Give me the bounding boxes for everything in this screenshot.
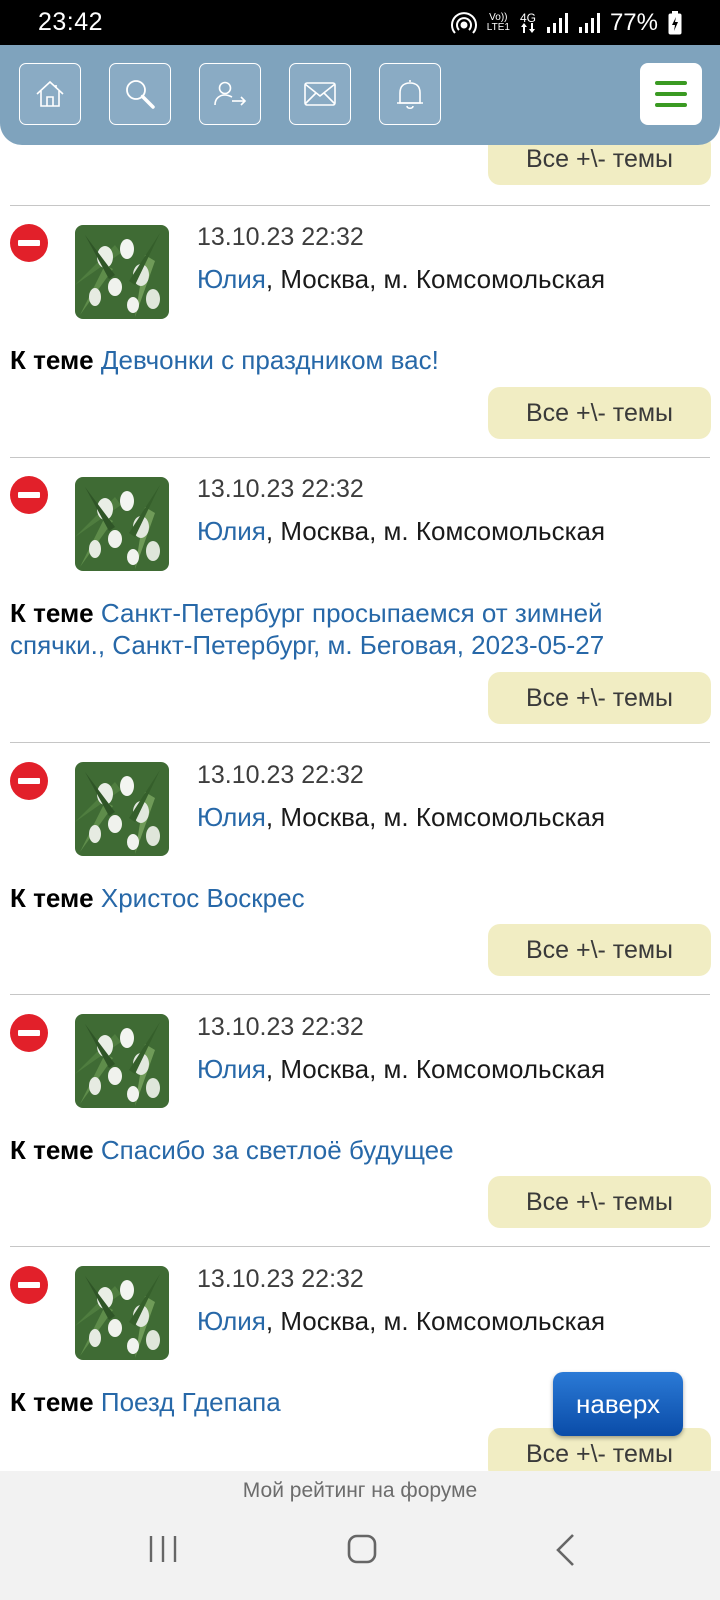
all-topics-button[interactable]: Все +\- темы	[488, 672, 711, 724]
topic-line: К теме Христос Воскрес	[10, 882, 700, 914]
topic-prefix: К теме	[10, 1387, 94, 1417]
post-author-line: Юлия, Москва, м. Комсомольская	[197, 1054, 605, 1085]
avatar[interactable]	[75, 225, 169, 319]
menu-icon-line	[655, 92, 687, 96]
author-location: , Москва, м. Комсомольская	[265, 516, 606, 546]
author-link[interactable]: Юлия	[197, 1054, 266, 1084]
status-icons: Vo)) LTE1 4G 77%	[450, 8, 682, 37]
remove-icon[interactable]	[10, 476, 48, 514]
network-label: Vo)) LTE1	[486, 11, 510, 33]
topic-prefix: К теме	[10, 1135, 94, 1165]
author-location: , Москва, м. Комсомольская	[265, 802, 606, 832]
notifications-button[interactable]	[379, 63, 441, 125]
topic-line: К теме Спасибо за светлоё будущее	[10, 1134, 700, 1166]
screen: Все +\- темы 13.10.23 22:32 Юлия, Москва…	[0, 0, 720, 1600]
network-type-label: 4G	[519, 10, 536, 25]
login-button[interactable]	[199, 63, 261, 125]
post-author-line: Юлия, Москва, м. Комсомольская	[197, 802, 605, 833]
home-circle-icon	[347, 1534, 377, 1564]
avatar[interactable]	[75, 1014, 169, 1108]
menu-button[interactable]	[640, 63, 702, 125]
mail-icon	[304, 82, 336, 106]
system-nav-bar	[0, 1511, 720, 1600]
post-author-line: Юлия, Москва, м. Комсомольская	[197, 264, 605, 295]
author-link[interactable]: Юлия	[197, 264, 266, 294]
battery-charging-icon	[668, 10, 682, 34]
battery-percent: 77%	[609, 8, 658, 36]
post-author-line: Юлия, Москва, м. Комсомольская	[197, 1306, 605, 1337]
recent-apps-icon	[149, 1536, 177, 1562]
search-button[interactable]	[109, 63, 171, 125]
author-link[interactable]: Юлия	[197, 516, 266, 546]
divider	[10, 994, 710, 995]
remove-icon[interactable]	[10, 1266, 48, 1304]
signal-icon	[546, 12, 568, 33]
lte-label: LTE1	[486, 21, 510, 33]
topic-link[interactable]: Христос Воскрес	[101, 883, 305, 913]
back-nav-button[interactable]	[554, 1533, 576, 1572]
topic-link[interactable]: Санкт-Петербург просыпаемся от зимней сп…	[10, 598, 604, 660]
data-arrows-icon	[520, 22, 535, 33]
home-nav-button[interactable]	[346, 1533, 378, 1570]
post-author-line: Юлия, Москва, м. Комсомольская	[197, 516, 605, 547]
scroll-to-top-button[interactable]: наверх	[553, 1372, 683, 1436]
status-bar: 23:42 Vo)) LTE1 4G 77%	[0, 0, 720, 45]
remove-icon[interactable]	[10, 224, 48, 262]
avatar[interactable]	[75, 762, 169, 856]
author-location: , Москва, м. Комсомольская	[265, 1306, 606, 1336]
rating-link[interactable]: Мой рейтинг на форуме	[0, 1471, 720, 1511]
post-date: 13.10.23 22:32	[197, 1013, 364, 1041]
app-header	[0, 45, 720, 145]
post-date: 13.10.23 22:32	[197, 475, 364, 503]
all-topics-button[interactable]: Все +\- темы	[488, 1176, 711, 1228]
network-type: 4G	[519, 10, 536, 33]
divider	[10, 1246, 710, 1247]
remove-icon[interactable]	[10, 1014, 48, 1052]
bell-icon	[397, 80, 423, 110]
all-topics-button[interactable]: Все +\- темы	[488, 387, 711, 439]
user-logout-icon	[214, 81, 247, 106]
topic-prefix: К теме	[10, 598, 94, 628]
home-icon	[36, 80, 64, 107]
post-date: 13.10.23 22:32	[197, 223, 364, 251]
messages-button[interactable]	[289, 63, 351, 125]
remove-icon[interactable]	[10, 762, 48, 800]
volte-label: Vo))	[489, 11, 508, 23]
all-topics-button[interactable]: Все +\- темы	[488, 924, 711, 976]
signal-icon-2	[578, 12, 600, 33]
post-date: 13.10.23 22:32	[197, 761, 364, 789]
topic-prefix: К теме	[10, 345, 94, 375]
topic-link[interactable]: Девчонки с праздником вас!	[101, 345, 439, 375]
status-time: 23:42	[38, 8, 104, 36]
divider	[10, 205, 710, 206]
hotspot-icon	[450, 11, 477, 34]
topic-line: К теме Санкт-Петербург просыпаемся от зи…	[10, 597, 700, 661]
topic-line: К теме Девчонки с праздником вас!	[10, 344, 700, 376]
menu-icon-line	[655, 103, 687, 107]
divider	[10, 457, 710, 458]
author-location: , Москва, м. Комсомольская	[265, 264, 606, 294]
topic-prefix: К теме	[10, 883, 94, 913]
topic-link[interactable]: Поезд Гдепапа	[101, 1387, 281, 1417]
divider	[10, 742, 710, 743]
avatar[interactable]	[75, 1266, 169, 1360]
recent-apps-button[interactable]	[148, 1533, 178, 1570]
menu-icon	[655, 81, 687, 85]
home-button[interactable]	[19, 63, 81, 125]
post-date: 13.10.23 22:32	[197, 1265, 364, 1293]
author-location: , Москва, м. Комсомольская	[265, 1054, 606, 1084]
post-feed[interactable]: Все +\- темы 13.10.23 22:32 Юлия, Москва…	[0, 0, 720, 1471]
topic-link[interactable]: Спасибо за светлоё будущее	[101, 1135, 454, 1165]
author-link[interactable]: Юлия	[197, 802, 266, 832]
author-link[interactable]: Юлия	[197, 1306, 266, 1336]
avatar[interactable]	[75, 477, 169, 571]
back-icon	[556, 1534, 574, 1566]
search-icon	[126, 80, 155, 109]
